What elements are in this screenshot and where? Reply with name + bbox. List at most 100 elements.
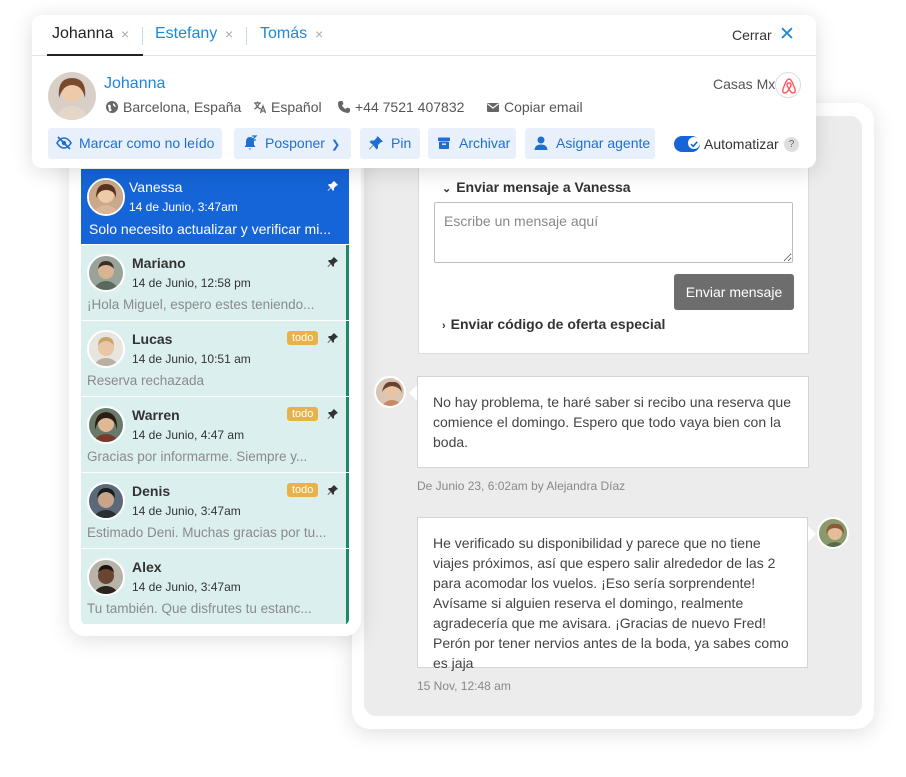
todo-badge: todo <box>287 483 319 497</box>
assign-agent-button[interactable]: Asignar agente <box>525 128 655 159</box>
contact-tabs: Johanna × Estefany × Tomás × Cerrar ✕ <box>32 15 816 56</box>
conversation-name: Denis <box>132 483 171 499</box>
special-offer-toggle[interactable]: › Enviar código de oferta especial <box>442 316 665 332</box>
conversation-item[interactable]: Denis 14 de Junio, 3:47am Estimado Deni.… <box>81 473 349 549</box>
help-icon[interactable]: ? <box>784 137 799 152</box>
listing-source: Casas Mx <box>713 76 776 92</box>
bubble-tail <box>808 526 816 542</box>
contact-location: Barcelona, España <box>105 99 241 115</box>
user-icon <box>534 136 548 150</box>
close-button[interactable]: Cerrar <box>732 27 772 43</box>
pin-icon[interactable] <box>327 256 339 268</box>
contact-name[interactable]: Johanna <box>104 75 165 93</box>
conversation-item[interactable]: Vanessa 14 de Junio, 3:47am Solo necesit… <box>81 169 349 245</box>
contact-panel: Johanna × Estefany × Tomás × Cerrar ✕ Jo… <box>32 15 816 168</box>
contact-avatar <box>48 72 96 120</box>
contact-phone: +44 7521 407832 <box>337 99 464 115</box>
globe-icon <box>106 101 118 113</box>
archive-label: Archivar <box>459 135 511 151</box>
special-offer-label: Enviar código de oferta especial <box>450 316 666 332</box>
message-meta: De Junio 23, 6:02am by Alejandra Díaz <box>417 479 626 493</box>
avatar <box>87 406 125 444</box>
conversation-name: Warren <box>132 407 180 423</box>
phone-icon <box>338 101 350 113</box>
pin-icon[interactable] <box>327 332 339 344</box>
conversation-list: Vanessa 14 de Junio, 3:47am Solo necesit… <box>81 169 349 625</box>
active-tab-indicator <box>47 54 143 56</box>
avatar <box>87 482 125 520</box>
todo-badge: todo <box>287 407 319 421</box>
chevron-down-icon: ⌄ <box>442 183 452 195</box>
language-text: Español <box>271 99 322 115</box>
copy-email-button[interactable]: Copiar email <box>486 99 583 115</box>
airbnb-icon <box>775 72 801 98</box>
tab-divider <box>246 27 247 45</box>
compose-toggle[interactable]: ⌄ Enviar mensaje a Vanessa <box>442 179 631 195</box>
tab-divider <box>142 27 143 45</box>
pin-icon[interactable] <box>327 408 339 420</box>
mark-unread-button[interactable]: Marcar como no leído <box>48 128 222 159</box>
conversation-preview: Reserva rechazada <box>87 373 205 388</box>
conversation-name: Vanessa <box>129 179 183 195</box>
conversation-preview: Gracias por informarme. Siempre y... <box>87 449 308 464</box>
conversation-date: 14 de Junio, 10:51 am <box>132 352 251 366</box>
host-avatar <box>374 376 406 408</box>
conversation-preview: Tu también. Que disfrutes tu estanc... <box>87 601 312 616</box>
conversation-date: 14 de Junio, 3:47am <box>129 200 238 214</box>
conversation-date: 14 de Junio, 12:58 pm <box>132 276 251 290</box>
chevron-down-icon: ❯ <box>330 139 341 151</box>
phone-text: +44 7521 407832 <box>355 99 465 115</box>
message-bubble: He verificado su disponibilidad y parece… <box>417 517 808 671</box>
automate-label: Automatizar <box>704 136 779 152</box>
conversation-preview: ¡Hola Miguel, espero estes teniendo... <box>87 297 315 312</box>
close-tab-icon[interactable]: × <box>315 26 323 42</box>
pin-icon[interactable] <box>327 180 339 192</box>
avatar <box>87 330 125 368</box>
message-bubble: No hay problema, te haré saber si recibo… <box>417 376 809 468</box>
guest-avatar <box>817 517 849 549</box>
conversation-date: 14 de Junio, 3:47am <box>132 580 241 594</box>
avatar <box>87 558 125 596</box>
conversation-name: Alex <box>132 559 162 575</box>
conversation-item[interactable]: Mariano 14 de Junio, 12:58 pm ¡Hola Migu… <box>81 245 349 321</box>
avatar <box>87 178 125 216</box>
postpone-dropdown[interactable]: Posponer ❯ <box>234 128 351 159</box>
archive-icon <box>438 137 450 149</box>
pin-label: Pin <box>391 135 412 151</box>
conversation-item[interactable]: Lucas 14 de Junio, 10:51 am Reserva rech… <box>81 321 349 397</box>
conversation-preview: Solo necesito actualizar y verificar mi.… <box>89 221 331 237</box>
mail-icon <box>487 103 499 112</box>
send-message-button[interactable]: Enviar mensaje <box>674 274 794 310</box>
translate-icon <box>254 101 267 114</box>
conversation-date: 14 de Junio, 4:47 am <box>132 428 245 442</box>
conversation-date: 14 de Junio, 3:47am <box>132 504 241 518</box>
pin-button[interactable]: Pin <box>360 128 420 159</box>
conversation-item[interactable]: Warren 14 de Junio, 4:47 am Gracias por … <box>81 397 349 473</box>
snooze-icon <box>244 135 258 150</box>
compose-title-label: Enviar mensaje a Vanessa <box>456 179 631 195</box>
conversation-name: Lucas <box>132 331 173 347</box>
bubble-tail <box>409 385 417 401</box>
close-tab-icon[interactable]: × <box>121 26 129 42</box>
conversation-preview: Estimado Deni. Muchas gracias por tu... <box>87 525 327 540</box>
contact-language: Español <box>253 99 322 115</box>
pin-icon[interactable] <box>327 484 339 496</box>
conversation-name: Mariano <box>132 255 186 271</box>
chevron-right-icon: › <box>442 320 446 332</box>
eye-off-icon <box>56 136 72 150</box>
message-input[interactable] <box>434 202 793 263</box>
copy-email-label: Copiar email <box>504 99 583 115</box>
postpone-label: Posponer <box>265 135 325 151</box>
archive-button[interactable]: Archivar <box>428 128 516 159</box>
message-meta: 15 Nov, 12:48 am <box>417 679 511 693</box>
tab-johanna[interactable]: Johanna <box>52 25 113 43</box>
close-tab-icon[interactable]: × <box>225 26 233 42</box>
tab-tomas[interactable]: Tomás <box>260 25 307 43</box>
tab-estefany[interactable]: Estefany <box>155 25 217 43</box>
conversation-item[interactable]: Alex 14 de Junio, 3:47am Tu también. Que… <box>81 549 349 625</box>
location-text: Barcelona, España <box>123 99 242 115</box>
close-icon[interactable]: ✕ <box>779 23 795 46</box>
avatar <box>87 254 125 292</box>
assign-agent-label: Asignar agente <box>556 135 651 151</box>
pin-icon <box>369 136 383 150</box>
